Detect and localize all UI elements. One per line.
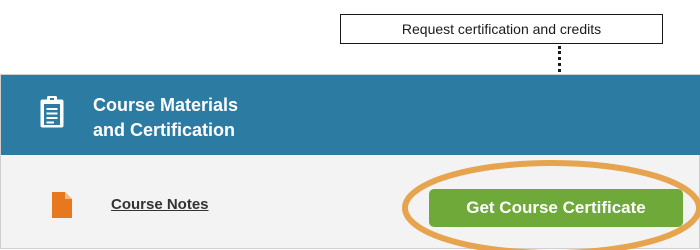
panel-title-line-1: Course Materials (93, 95, 239, 115)
course-notes-link[interactable]: Course Notes (111, 196, 209, 213)
get-certificate-button[interactable]: Get Course Certificate (429, 189, 683, 227)
panel-header: Course Materials and Certification (1, 75, 700, 155)
panel-title: Course Materials and Certification (93, 93, 238, 143)
annotation-callout: Request certification and credits (340, 14, 663, 44)
panel-title-line-2: and Certification (93, 120, 236, 140)
panel-body: Course Notes Get Course Certificate (1, 155, 700, 250)
clipboard-icon (37, 95, 67, 134)
document-icon (52, 192, 72, 223)
annotation-text: Request certification and credits (401, 21, 602, 37)
get-certificate-label: Get Course Certificate (466, 198, 646, 217)
course-materials-panel: Course Materials and Certification Cours… (0, 74, 700, 249)
